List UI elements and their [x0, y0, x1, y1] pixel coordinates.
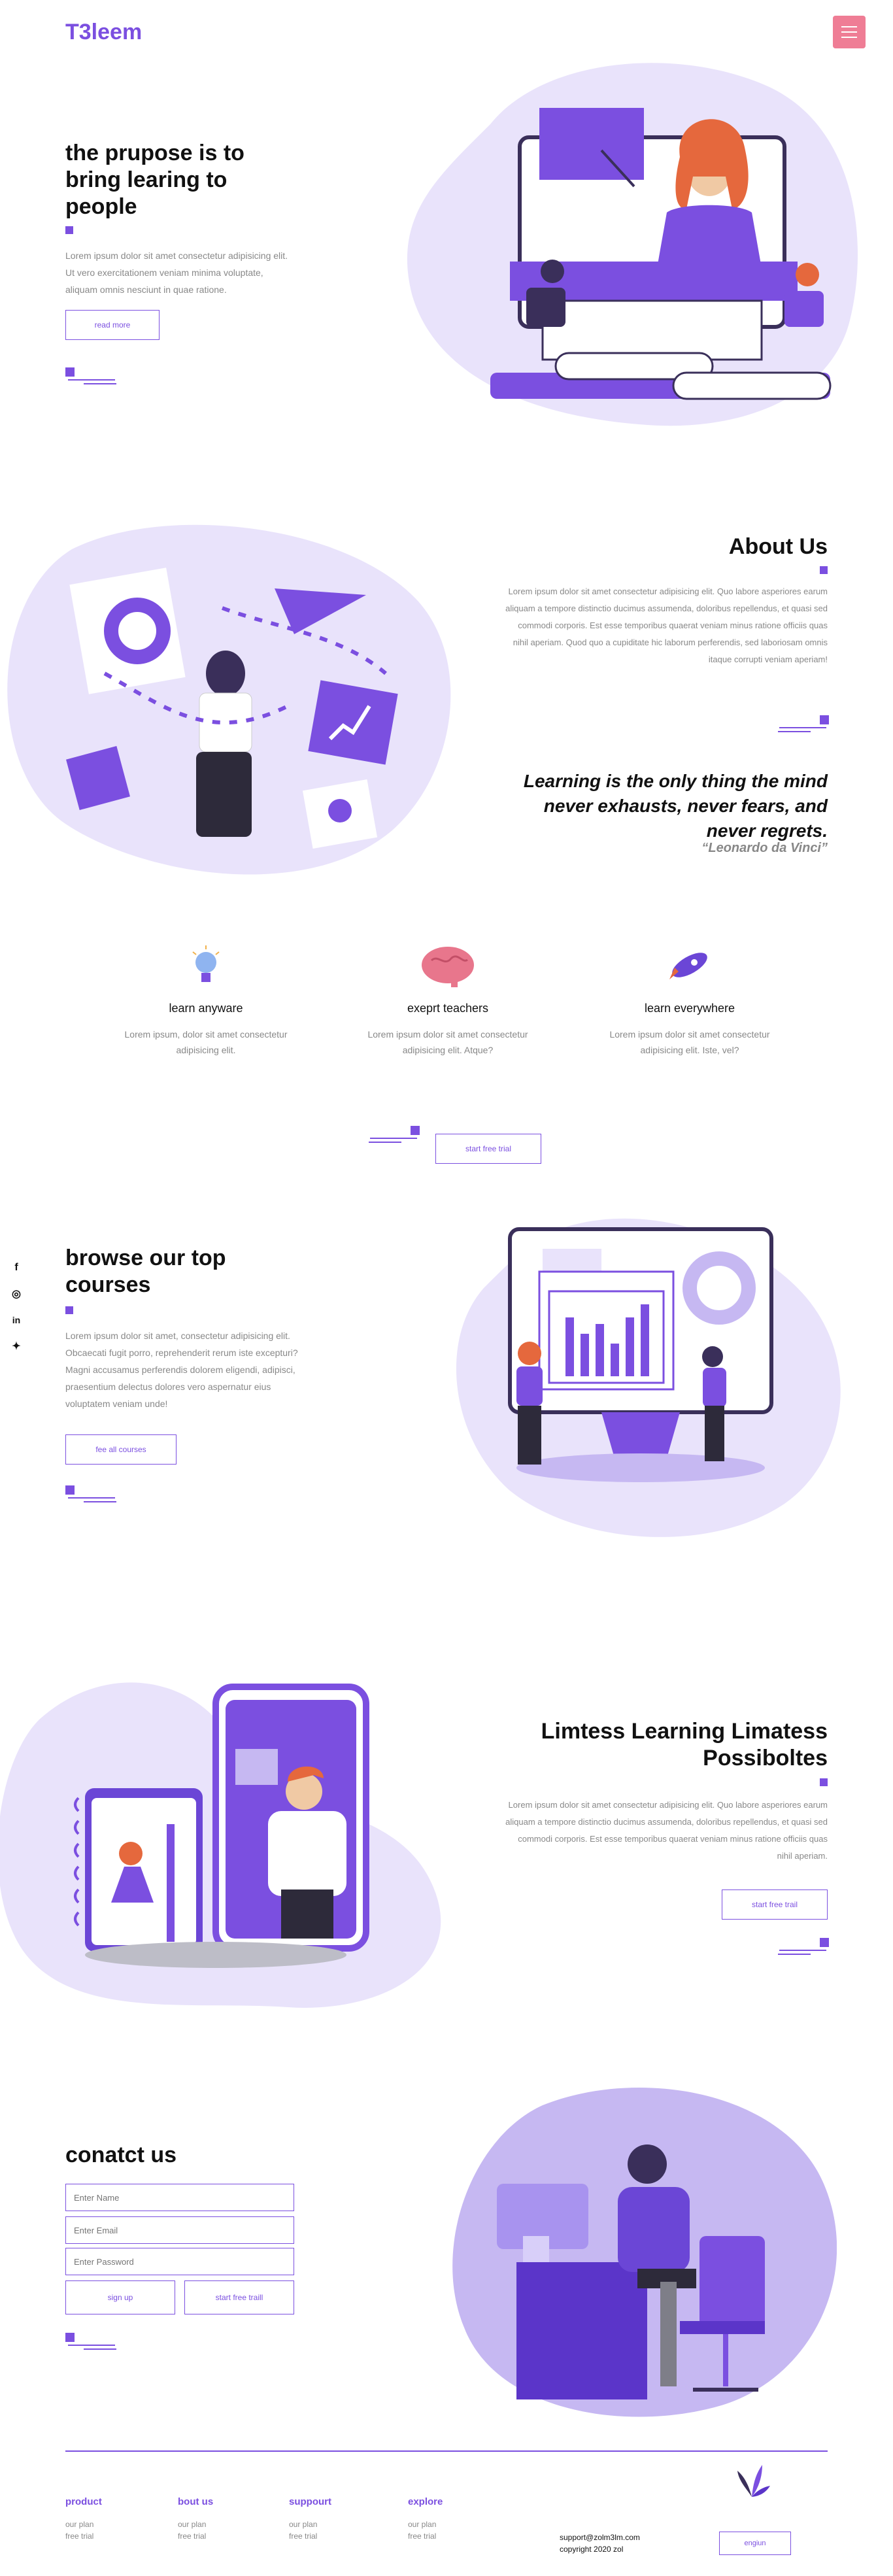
rocket-icon: [660, 947, 713, 986]
brain-icon: [418, 944, 477, 990]
about-text: Lorem ipsum dolor sit amet consectetur a…: [505, 586, 828, 664]
footer-link[interactable]: free trial: [65, 2530, 93, 2542]
see-all-courses-button[interactable]: fee all courses: [65, 1434, 177, 1465]
footer-link[interactable]: our plan: [289, 2518, 317, 2530]
footer-divider: [65, 2450, 828, 2452]
accent-square: [65, 1306, 73, 1314]
decor-lines: [777, 1938, 829, 1955]
accent-square: [820, 566, 828, 574]
courses-text: Lorem ipsum dolor sit amet, consectetur …: [65, 1330, 298, 1409]
footer-heading: bout us: [178, 2496, 214, 2507]
logo[interactable]: T3leem: [65, 20, 142, 45]
email-input[interactable]: [65, 2216, 294, 2244]
name-input[interactable]: [65, 2184, 294, 2211]
accent-square: [65, 226, 73, 234]
limitless-text: Lorem ipsum dolor sit amet consectetur a…: [505, 1800, 828, 1861]
footer-link[interactable]: our plan: [408, 2518, 436, 2530]
footer-link[interactable]: our plan: [65, 2518, 93, 2530]
contact-title: conatct us: [65, 2143, 177, 2167]
hamburger-icon: [841, 26, 857, 27]
support-email[interactable]: support@zolm3lm.com: [560, 2533, 640, 2542]
footer-button[interactable]: engiun: [719, 2532, 791, 2555]
password-input[interactable]: [65, 2248, 294, 2275]
linkedin-icon[interactable]: in: [9, 1313, 24, 1327]
board-shape: [539, 108, 644, 180]
about-illustration: [7, 524, 451, 875]
quote-author: “Leonardo da Vinci”: [701, 841, 828, 855]
decor-lines: [777, 715, 829, 732]
footer-heading: explore: [408, 2496, 443, 2507]
decor-lines: [65, 367, 118, 384]
decor-lines: [65, 2333, 118, 2350]
facebook-icon[interactable]: f: [9, 1261, 24, 1275]
footer-link[interactable]: free trial: [408, 2530, 436, 2542]
footer-link[interactable]: our plan: [178, 2518, 206, 2530]
decor-lines: [65, 1485, 118, 1502]
feature-title: exeprt teachers: [407, 1002, 489, 1015]
support-agent-illustration: [452, 2088, 837, 2417]
sign-up-button[interactable]: sign up: [65, 2280, 175, 2314]
decor-lines: [367, 1126, 420, 1143]
footer-link[interactable]: free trial: [178, 2530, 206, 2542]
hero-illustration: [407, 63, 858, 426]
accent-square: [820, 1778, 828, 1786]
phone-learning-illustration: [0, 1682, 441, 2008]
plant-logo-icon: [737, 2465, 770, 2497]
instagram-icon[interactable]: ◎: [9, 1287, 24, 1301]
footer-link[interactable]: free trial: [289, 2530, 317, 2542]
start-free-trail-button[interactable]: start free trail: [722, 1890, 828, 1920]
about-title: About Us: [728, 534, 828, 559]
lightbulb-icon: [190, 944, 222, 990]
courses-illustration: [456, 1218, 841, 1537]
feature-desc: Lorem ipsum dolor sit amet consectetur a…: [609, 1029, 770, 1055]
courses-title: browse our top courses: [65, 1246, 226, 1297]
about-quote: Learning is the only thing the mind neve…: [523, 771, 828, 841]
twitter-icon[interactable]: ✦: [9, 1339, 24, 1353]
limitless-title: Limtess Learning Limatess Possiboltes: [541, 1719, 828, 1771]
footer-heading: suppourt: [289, 2496, 331, 2507]
feature-title: learn anyware: [169, 1002, 243, 1015]
read-more-button[interactable]: read more: [65, 310, 160, 340]
start-free-trial-button[interactable]: start free trial: [435, 1134, 541, 1164]
hero-text: Lorem ipsum dolor sit amet consectetur a…: [65, 250, 288, 295]
feature-desc: Lorem ipsum, dolor sit amet consectetur …: [124, 1029, 288, 1055]
feature-desc: Lorem ipsum dolor sit amet consectetur a…: [367, 1029, 528, 1055]
hero-title: the prupose is to bring learing to peopl…: [65, 141, 244, 219]
hamburger-menu-button[interactable]: [833, 16, 866, 48]
footer-heading: product: [65, 2496, 102, 2507]
copyright: copyright 2020 zol: [560, 2545, 624, 2554]
feature-title: learn everywhere: [644, 1002, 735, 1015]
start-free-trial-button[interactable]: start free traill: [184, 2280, 294, 2314]
